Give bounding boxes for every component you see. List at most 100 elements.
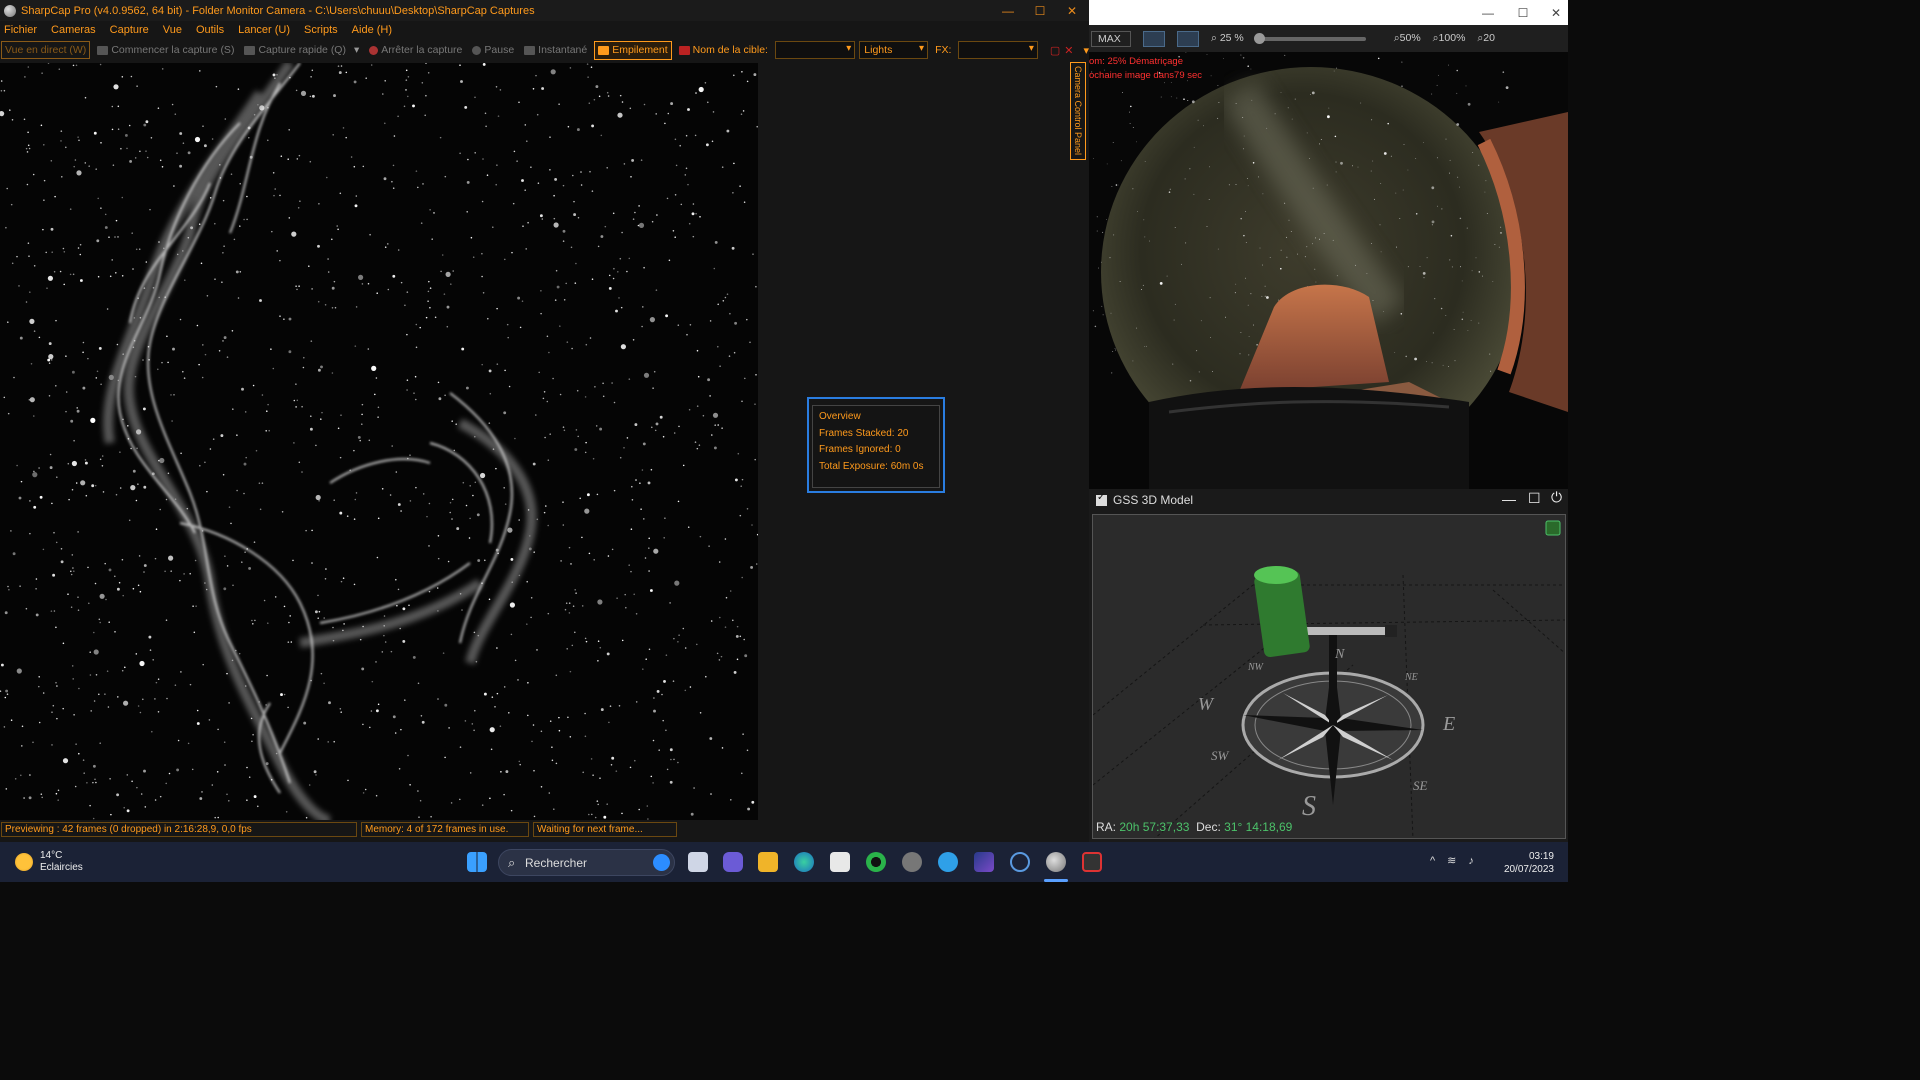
system-tray[interactable]: ^≋♪ (1430, 854, 1486, 867)
stacked-image-view[interactable] (0, 63, 758, 820)
app-red-icon[interactable] (1082, 852, 1102, 872)
star (652, 782, 654, 784)
screen-toggle-icon[interactable] (1545, 520, 1561, 536)
pause-button[interactable]: Pause (469, 41, 517, 60)
app-blue-icon[interactable] (938, 852, 958, 872)
star (61, 176, 63, 178)
maximize-icon[interactable]: ☐ (1024, 0, 1056, 21)
chevron-up-icon[interactable]: ^ (1430, 855, 1447, 867)
zoom-25-button[interactable]: ⌕ 25 % (1211, 32, 1244, 45)
maximize-icon[interactable]: ☐ (1528, 490, 1541, 507)
star (420, 222, 423, 224)
edge-icon[interactable] (794, 852, 814, 872)
start-capture-button[interactable]: Commencer la capture (S) (94, 41, 237, 60)
stellarium-icon[interactable] (974, 852, 994, 872)
task-view-icon[interactable] (688, 852, 708, 872)
minimize-icon[interactable]: — (1472, 2, 1504, 23)
star (301, 471, 303, 473)
menu-capture[interactable]: Capture (110, 24, 149, 36)
menu-fichier[interactable]: Fichier (4, 24, 37, 36)
full-screen-icon[interactable] (1177, 30, 1199, 47)
menu-scripts[interactable]: Scripts (304, 24, 338, 36)
minimize-icon[interactable]: — (1502, 491, 1516, 507)
teams-chat-icon[interactable] (723, 852, 743, 872)
star (65, 410, 67, 413)
wifi-icon[interactable]: ≋ (1447, 855, 1468, 867)
stacking-button[interactable]: Empilement (594, 40, 672, 60)
star (68, 498, 70, 501)
zoom-50-button[interactable]: ⌕50% (1394, 32, 1421, 45)
start-windows-icon[interactable] (467, 852, 487, 872)
max-button[interactable]: MAX (1091, 30, 1131, 47)
reticle-icon[interactable]: ▢ (1050, 44, 1060, 57)
sharpcap-task-icon[interactable] (1046, 852, 1066, 872)
star (553, 194, 555, 197)
no-reticle-icon[interactable]: ✕ (1064, 44, 1073, 57)
fx-select[interactable] (958, 41, 1038, 59)
clock[interactable]: 03:19 20/07/2023 (1504, 850, 1554, 876)
star (508, 385, 511, 388)
allsky-titlebar[interactable]: — ☐ ✕ (1089, 0, 1568, 25)
star (415, 170, 418, 172)
star (655, 113, 657, 115)
zoom-100-button[interactable]: ⌕100% (1433, 32, 1466, 45)
app-ring-icon[interactable] (1010, 852, 1030, 872)
app-face-icon[interactable] (902, 852, 922, 872)
star (4, 611, 8, 615)
star (547, 459, 550, 461)
chevron-down-icon[interactable]: ▾ (354, 44, 359, 56)
star (1445, 315, 1447, 316)
maximize-icon[interactable]: ☐ (1507, 2, 1539, 23)
fit-screen-icon[interactable] (1143, 30, 1165, 47)
menu-lancer[interactable]: Lancer (U) (238, 24, 290, 36)
star (139, 590, 142, 593)
target-name-select[interactable] (774, 41, 856, 59)
star (263, 599, 266, 602)
allsky-image-view[interactable]: om: 25% Dématriçage ochaine image dans79… (1089, 52, 1568, 489)
star (419, 799, 422, 802)
sharpcap-titlebar[interactable]: SharpCap Pro (v4.0.9562, 64 bit) - Folde… (0, 0, 1089, 21)
star (1419, 265, 1421, 267)
star (428, 280, 430, 283)
app-green-icon[interactable] (866, 852, 886, 872)
file-explorer-icon[interactable] (758, 852, 778, 872)
quick-capture-button[interactable]: Capture rapide (Q) ▾ (241, 41, 362, 60)
star (611, 548, 614, 551)
stop-capture-button[interactable]: Arrêter la capture (366, 41, 465, 60)
zoom-200-button[interactable]: ⌕20 (1477, 32, 1495, 45)
volume-icon[interactable]: ♪ (1468, 855, 1486, 867)
close-icon[interactable]: ✕ (1540, 2, 1568, 23)
live-view-button[interactable]: Vue en direct (W) (1, 41, 91, 59)
star (667, 112, 670, 115)
menu-outils[interactable]: Outils (196, 24, 224, 36)
star (1184, 178, 1186, 180)
menu-cameras[interactable]: Cameras (51, 24, 96, 36)
store-icon[interactable] (830, 852, 850, 872)
star (146, 156, 149, 159)
close-icon[interactable]: ✕ (1056, 0, 1088, 21)
menu-vue[interactable]: Vue (163, 24, 182, 36)
star (390, 650, 393, 653)
weather-widget[interactable]: 14°C Eclaircies (15, 850, 83, 874)
star (547, 612, 550, 615)
star (1250, 68, 1252, 70)
zoom-slider[interactable] (1253, 32, 1366, 44)
frame-type-select[interactable]: Lights (859, 41, 929, 59)
camera-control-panel-tab[interactable]: Camera Control Panel (1070, 62, 1086, 160)
snapshot-button[interactable]: Instantané (521, 41, 590, 60)
star (391, 445, 393, 447)
star (1247, 185, 1249, 187)
power-icon[interactable]: ⏻ (1551, 489, 1562, 506)
star (302, 366, 305, 369)
gss-enable-checkbox[interactable] (1096, 492, 1107, 506)
search-box[interactable]: ⌕ Rechercher (498, 849, 675, 876)
star (1399, 218, 1401, 220)
star (469, 485, 471, 487)
minimize-icon[interactable]: — (992, 0, 1024, 21)
star (604, 225, 607, 228)
star (1228, 184, 1230, 186)
gss-3d-view[interactable]: N S E W NW NE SW SE RA: 20h 57:37,33 Dec… (1092, 514, 1566, 839)
menu-aide[interactable]: Aide (H) (352, 24, 392, 36)
star (1235, 283, 1237, 285)
star (79, 253, 82, 256)
